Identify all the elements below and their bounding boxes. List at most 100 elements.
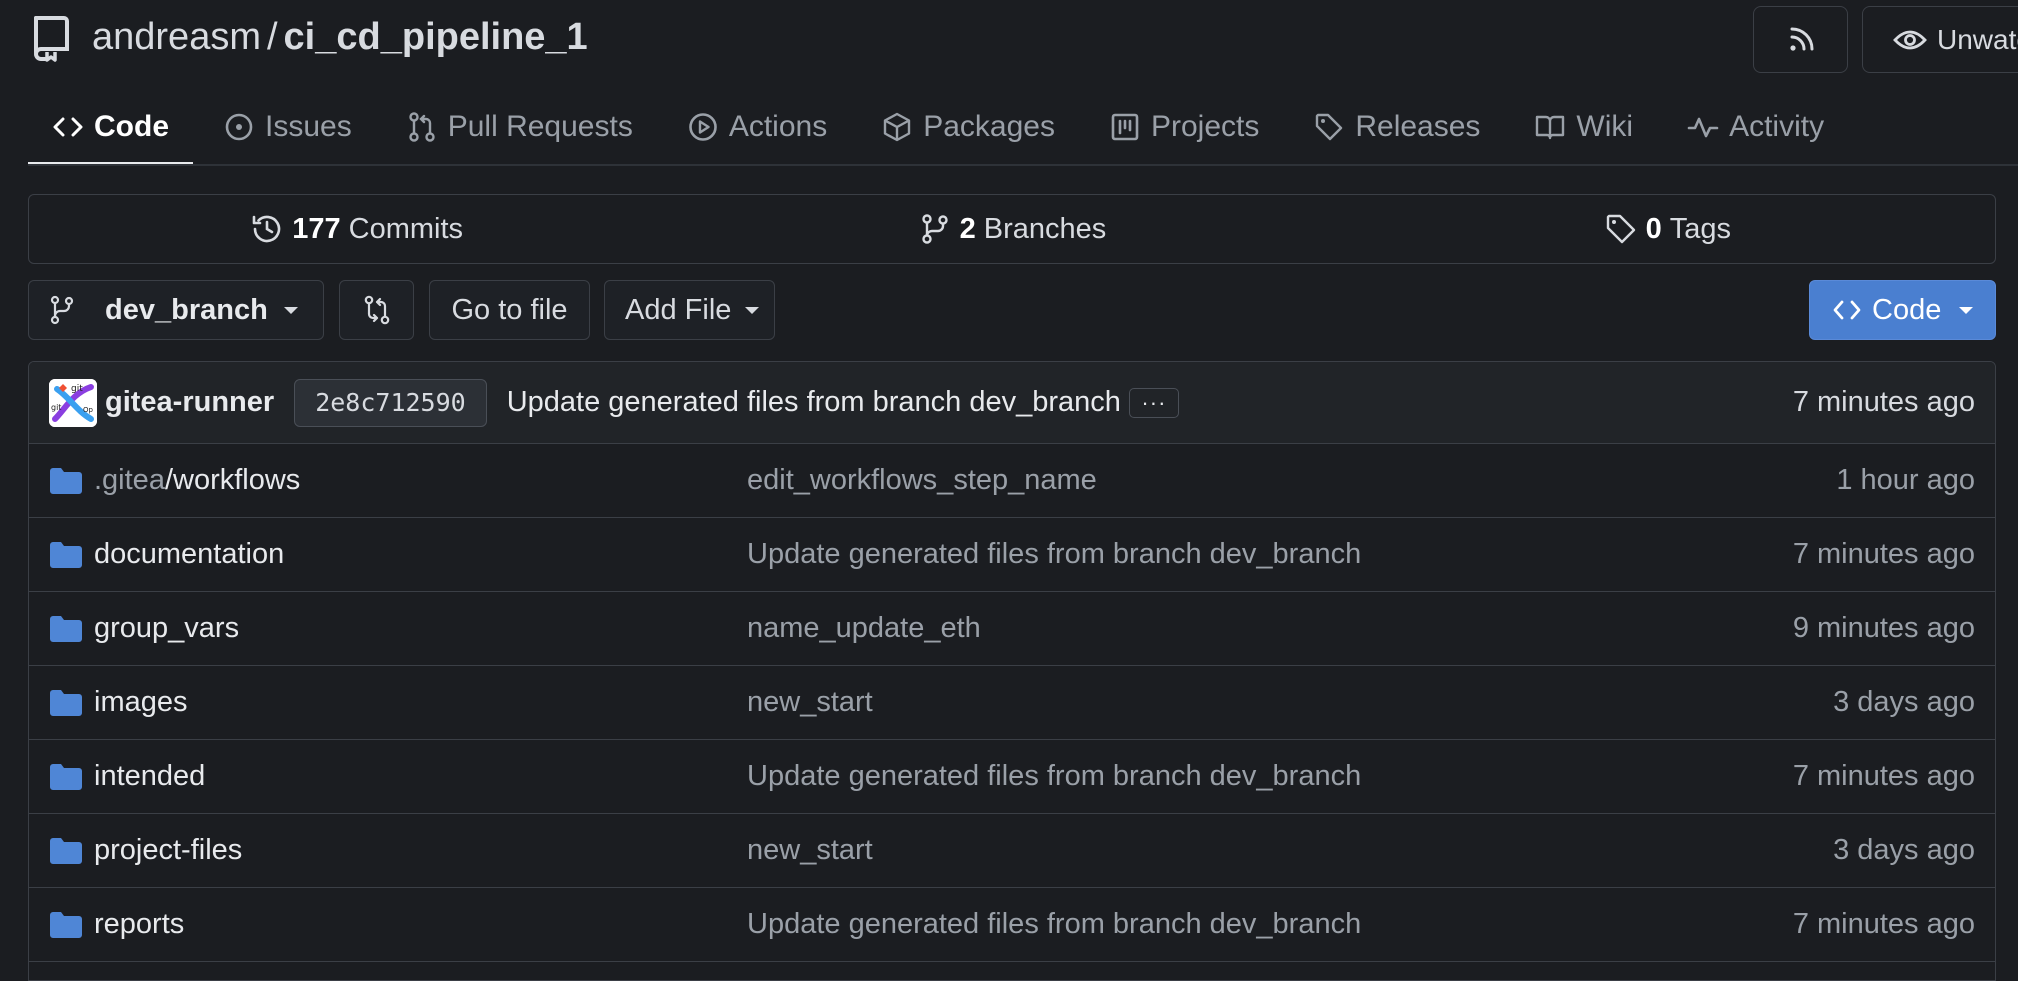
repo-stats-bar: 177 Commits 2 Branches 0 Tags bbox=[28, 194, 1996, 264]
unwatch-label: Unwatch bbox=[1937, 23, 2018, 55]
tags-count: 0 bbox=[1645, 212, 1662, 245]
rss-icon bbox=[1789, 27, 1813, 51]
commits-label: Commits bbox=[348, 212, 464, 245]
repo-icon bbox=[34, 16, 69, 62]
repo-title: andreasm / ci_cd_pipeline_1 bbox=[92, 16, 588, 59]
add-file-button[interactable]: Add File bbox=[604, 280, 775, 340]
repo-separator: / bbox=[266, 16, 278, 58]
add-file-label: Add File bbox=[625, 293, 732, 326]
repo-tabs: Code Issues Pull Requests Actions Packag… bbox=[28, 90, 2018, 166]
folder-icon bbox=[50, 615, 82, 642]
rss-button[interactable] bbox=[1753, 6, 1848, 73]
tab-activity-label: Activity bbox=[1729, 110, 1825, 143]
file-time: 9 minutes ago bbox=[1792, 612, 1975, 644]
code-button-label: Code bbox=[1872, 293, 1942, 326]
tab-issues-label: Issues bbox=[265, 110, 352, 143]
table-row: reports Update generated files from bran… bbox=[29, 888, 1995, 962]
tab-activity[interactable]: Activity bbox=[1663, 90, 1848, 164]
commit-sha-link[interactable]: 2e8c712590 bbox=[294, 378, 487, 427]
file-time: 7 minutes ago bbox=[1792, 908, 1975, 940]
eye-icon bbox=[1893, 30, 1927, 49]
file-name-link[interactable]: intended bbox=[94, 760, 205, 793]
table-row: intended Update generated files from bra… bbox=[29, 740, 1995, 814]
avatar[interactable]: git git Op bbox=[49, 378, 97, 427]
play-icon bbox=[689, 113, 717, 141]
file-table: git git Op gitea-runner 2e8c712590 Updat… bbox=[28, 361, 1996, 981]
table-row: group_vars name_update_eth 9 minutes ago bbox=[29, 592, 1995, 666]
tab-wiki[interactable]: Wiki bbox=[1510, 90, 1657, 164]
tab-actions-label: Actions bbox=[728, 110, 828, 143]
compare-button[interactable] bbox=[339, 280, 414, 340]
file-name-link[interactable]: images bbox=[94, 686, 188, 719]
branches-label: Branches bbox=[983, 212, 1107, 245]
tags-link[interactable]: 0 Tags bbox=[1340, 195, 1995, 263]
file-time: 7 minutes ago bbox=[1792, 538, 1975, 570]
project-icon bbox=[1111, 113, 1139, 141]
commits-link[interactable]: 177 Commits bbox=[29, 195, 684, 263]
file-commit-link[interactable]: name_update_eth bbox=[747, 612, 981, 645]
git-logo-icon: git git Op bbox=[49, 378, 97, 427]
code-clone-button[interactable]: Code bbox=[1809, 280, 1996, 340]
latest-commit-row: git git Op gitea-runner 2e8c712590 Updat… bbox=[29, 362, 1995, 444]
branches-link[interactable]: 2 Branches bbox=[684, 195, 1339, 263]
table-row: .gitea/workflows edit_workflows_step_nam… bbox=[29, 444, 1995, 518]
folder-icon bbox=[50, 911, 82, 938]
tab-projects[interactable]: Projects bbox=[1085, 90, 1283, 164]
tab-code[interactable]: Code bbox=[28, 90, 193, 166]
pulse-icon bbox=[1687, 117, 1719, 138]
unwatch-button[interactable]: Unwatch bbox=[1862, 6, 2018, 73]
pull-request-icon bbox=[409, 112, 435, 142]
issue-icon bbox=[225, 113, 253, 141]
file-name-link[interactable]: group_vars bbox=[94, 612, 239, 645]
folder-icon bbox=[50, 689, 82, 716]
go-to-file-button[interactable]: Go to file bbox=[429, 280, 590, 340]
file-time: 3 days ago bbox=[1833, 834, 1975, 866]
file-name-prefix: .gitea bbox=[94, 464, 165, 496]
file-commit-link[interactable]: Update generated files from branch dev_b… bbox=[747, 908, 1361, 941]
branch-name: dev_branch bbox=[105, 293, 268, 326]
commit-time: 7 minutes ago bbox=[1792, 386, 1975, 418]
package-icon bbox=[884, 112, 911, 142]
folder-icon bbox=[50, 837, 82, 864]
file-time: 1 hour ago bbox=[1836, 464, 1975, 496]
tab-pull-requests[interactable]: Pull Requests bbox=[382, 90, 657, 164]
table-row: documentation Update generated files fro… bbox=[29, 518, 1995, 592]
file-name-link[interactable]: project-files bbox=[94, 834, 242, 867]
commit-expand-button[interactable]: ··· bbox=[1128, 387, 1179, 418]
file-commit-link[interactable]: Update generated files from branch dev_b… bbox=[747, 760, 1361, 793]
file-name-link[interactable]: .gitea/workflows bbox=[94, 464, 300, 497]
compare-icon bbox=[364, 295, 389, 325]
commit-author-link[interactable]: gitea-runner bbox=[105, 386, 274, 419]
branch-selector[interactable]: dev_branch bbox=[28, 280, 324, 340]
folder-icon bbox=[50, 467, 82, 494]
folder-icon bbox=[50, 541, 82, 568]
svg-text:Op: Op bbox=[83, 406, 94, 414]
file-commit-link[interactable]: edit_workflows_step_name bbox=[747, 464, 1097, 497]
chevron-down-icon bbox=[283, 306, 298, 314]
tab-packages[interactable]: Packages bbox=[857, 90, 1079, 164]
file-name-link[interactable]: reports bbox=[94, 908, 184, 941]
repo-owner-link[interactable]: andreasm bbox=[92, 16, 261, 58]
file-commit-link[interactable]: new_start bbox=[747, 686, 873, 719]
tab-releases[interactable]: Releases bbox=[1289, 90, 1504, 164]
chevron-down-icon bbox=[745, 306, 760, 314]
file-commit-link[interactable]: new_start bbox=[747, 834, 873, 867]
tab-releases-label: Releases bbox=[1355, 110, 1481, 143]
svg-text:git: git bbox=[71, 384, 83, 394]
tab-packages-label: Packages bbox=[923, 110, 1055, 143]
history-icon bbox=[252, 215, 281, 243]
table-row: project-files new_start 3 days ago bbox=[29, 814, 1995, 888]
file-name-rest: /workflows bbox=[164, 464, 301, 496]
file-commit-link[interactable]: Update generated files from branch dev_b… bbox=[747, 538, 1361, 571]
commit-message-link[interactable]: Update generated files from branch dev_b… bbox=[507, 386, 1121, 419]
tab-issues[interactable]: Issues bbox=[199, 90, 376, 164]
branch-icon bbox=[50, 295, 74, 325]
tag-icon bbox=[1606, 214, 1635, 244]
tab-code-label: Code bbox=[94, 110, 169, 143]
repo-name-link[interactable]: ci_cd_pipeline_1 bbox=[284, 16, 588, 58]
code-icon bbox=[53, 117, 83, 137]
file-name-link[interactable]: documentation bbox=[94, 538, 284, 571]
commits-count: 177 bbox=[292, 212, 341, 245]
tab-actions[interactable]: Actions bbox=[663, 90, 851, 164]
book-icon bbox=[1536, 115, 1565, 140]
